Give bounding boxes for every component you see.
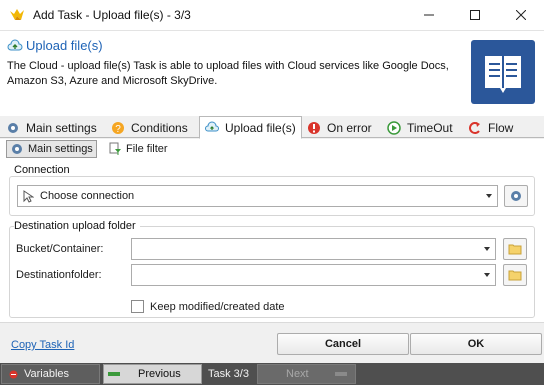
- folder-icon: [508, 244, 522, 255]
- gear-icon: [511, 191, 521, 201]
- destination-folder-select[interactable]: [131, 264, 496, 286]
- tab-label: Upload file(s): [225, 120, 296, 135]
- close-button[interactable]: [498, 0, 544, 30]
- variables-item: Variables: [9, 364, 69, 384]
- keep-date-label: Keep modified/created date: [150, 301, 285, 313]
- cloud-upload-icon: [7, 39, 23, 51]
- gear-icon: [12, 144, 22, 154]
- previous-label: Previous: [138, 368, 181, 380]
- error-icon: [308, 122, 320, 134]
- tab-label: Main settings: [26, 121, 97, 135]
- chevron-down-icon: [486, 194, 492, 198]
- error-icon: [9, 370, 18, 378]
- folder-icon: [508, 270, 522, 281]
- chevron-down-icon: [484, 247, 490, 251]
- tab-label: Conditions: [131, 121, 188, 135]
- browse-folder-button[interactable]: [503, 264, 527, 286]
- subtab-strip: Main settings File filter: [0, 139, 544, 159]
- bucket-label: Bucket/Container:: [16, 243, 104, 255]
- close-icon: [516, 10, 526, 20]
- file-filter-icon: [109, 142, 121, 155]
- content-panel: Connection Choose connection Destination…: [0, 159, 544, 322]
- connection-value: Choose connection: [40, 190, 135, 202]
- task-counter-label: Task 3/3: [208, 368, 249, 380]
- next-item: Next: [286, 364, 347, 384]
- manage-connections-button[interactable]: [504, 185, 528, 207]
- tab-conditions[interactable]: ? Conditions: [111, 118, 188, 138]
- arrow-left-icon: [108, 372, 120, 376]
- maximize-button[interactable]: [452, 0, 498, 30]
- header-description: The Cloud - upload file(s) Task is able …: [7, 60, 449, 87]
- svg-text:?: ?: [115, 124, 121, 135]
- tab-label: Flow: [488, 121, 514, 135]
- arrow-right-icon: [334, 372, 347, 376]
- tab-upload-files[interactable]: Upload file(s): [199, 116, 302, 139]
- conditions-icon: ?: [112, 122, 124, 135]
- destination-folder-label: Destinationfolder:: [16, 269, 102, 281]
- connection-group-label: Connection: [14, 164, 74, 176]
- gear-icon: [8, 123, 18, 133]
- variables-label: Variables: [24, 368, 70, 380]
- keep-date-checkbox[interactable]: [131, 300, 144, 313]
- subtab-main-settings[interactable]: Main settings: [6, 140, 97, 158]
- header-title: Upload file(s): [26, 38, 103, 53]
- cloud-upload-icon: [205, 121, 219, 131]
- chevron-down-icon: [484, 273, 490, 277]
- tab-main-settings[interactable]: Main settings: [6, 118, 97, 138]
- destination-group-label: Destination upload folder: [14, 220, 140, 232]
- timeout-icon: [387, 121, 401, 135]
- tab-label: TimeOut: [407, 121, 453, 135]
- minimize-icon: [424, 14, 434, 16]
- next-label: Next: [286, 368, 309, 380]
- tab-on-error[interactable]: On error: [307, 118, 372, 138]
- previous-item: Previous: [108, 364, 181, 384]
- browse-bucket-button[interactable]: [503, 238, 527, 260]
- book-icon: [471, 40, 535, 104]
- window-title: Add Task - Upload file(s) - 3/3: [33, 8, 191, 22]
- ok-button[interactable]: OK: [410, 333, 542, 355]
- tab-timeout[interactable]: TimeOut: [387, 118, 453, 138]
- subtab-label: File filter: [126, 143, 168, 155]
- title-bar: Add Task - Upload file(s) - 3/3: [0, 0, 544, 31]
- subtab-label: Main settings: [28, 143, 93, 155]
- task-counter: Task 3/3: [208, 364, 249, 384]
- app-logo-icon: [10, 9, 24, 20]
- copy-task-id-link[interactable]: Copy Task Id: [11, 339, 74, 351]
- maximize-icon: [470, 10, 480, 20]
- cancel-button[interactable]: Cancel: [277, 333, 409, 355]
- flow-icon: [469, 122, 480, 134]
- tab-label: On error: [327, 121, 372, 135]
- connection-select[interactable]: Choose connection: [17, 185, 498, 207]
- cursor-icon: [23, 190, 34, 203]
- tab-flow[interactable]: Flow: [468, 118, 513, 138]
- minimize-button[interactable]: [406, 0, 452, 30]
- bucket-select[interactable]: [131, 238, 496, 260]
- subtab-file-filter[interactable]: File filter: [108, 140, 168, 158]
- tab-strip: Main settings ? Conditions Upload file(s…: [0, 116, 544, 139]
